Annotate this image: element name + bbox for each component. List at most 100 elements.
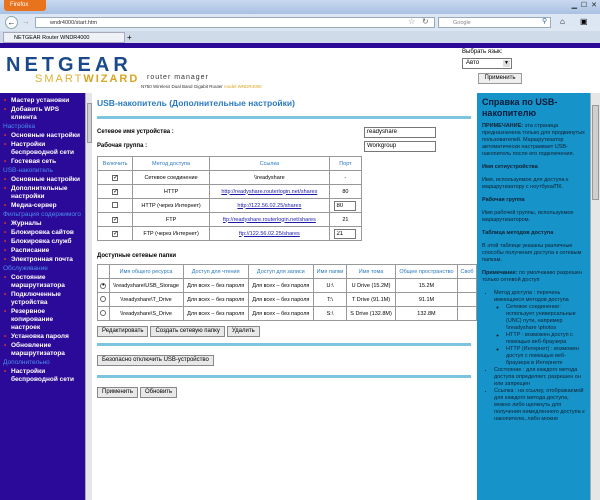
divider	[97, 343, 471, 346]
access-method: FTP	[132, 212, 210, 227]
select-radio[interactable]	[100, 295, 107, 302]
column-header: Имя тома	[346, 264, 396, 279]
select-radio[interactable]	[100, 309, 107, 316]
sidebar-item[interactable]: Блокировка сайтов	[3, 229, 82, 237]
sidebar-item[interactable]: Журналы	[3, 220, 82, 228]
apply-button[interactable]: Применить	[97, 387, 139, 398]
enable-checkbox[interactable]: ✓	[112, 174, 118, 181]
back-icon[interactable]: ←	[5, 16, 18, 29]
sidebar-item[interactable]: Состояние маршрутизатора	[3, 274, 82, 290]
table-row: ✓ Сетевое соединение \\readyshare -	[96, 170, 363, 185]
smartwizard-logo: SMARTWIZARD	[35, 73, 139, 85]
tab-netgear[interactable]: NETGEAR Router WNDR4000	[3, 32, 125, 43]
edit-button[interactable]: Редактировать	[97, 326, 149, 337]
enable-checkbox[interactable]	[112, 201, 119, 208]
port-input[interactable]	[334, 200, 357, 211]
forward-icon[interactable]: →	[22, 17, 30, 26]
window-controls[interactable]: ▁ ☐ ✕	[572, 1, 598, 9]
table-row: ✓ FTP ftp://readyshare.routerlogin.net/s…	[96, 212, 363, 227]
sidebar-item[interactable]: Медиа-сервер	[3, 202, 82, 210]
port-input[interactable]	[334, 228, 357, 239]
sidebar-item[interactable]: Блокировка служб	[3, 238, 82, 246]
help-title: Справка по USB-накопителю	[482, 97, 558, 118]
sidebar-item[interactable]: Основные настройки	[3, 176, 82, 184]
sidebar-section-header: USB-накопитель	[3, 167, 53, 174]
sidebar-item[interactable]: Добавить WPS клиента	[3, 106, 82, 122]
home-icon[interactable]: ⌂	[560, 17, 565, 26]
help-heading: Таблица методов доступа	[482, 230, 554, 236]
access-link[interactable]: ftp://122.56.02.25/shares	[239, 231, 300, 237]
refresh-button[interactable]: Обновить	[140, 387, 178, 398]
model-text: N750 Wireless Dual Band Gigabit Router m…	[141, 84, 262, 89]
bookmark-star-icon[interactable]: ☆	[408, 17, 415, 26]
sidebar-item[interactable]: Резервное копирование настроек	[3, 308, 82, 332]
table-row[interactable]: \\readyshare\S_Drive Для всех – без парол…	[97, 306, 477, 321]
addons-icon[interactable]: ▣	[580, 17, 588, 26]
create-folder-button[interactable]: Создать сетевую папку	[150, 326, 225, 337]
scrollbar-thumb[interactable]	[592, 105, 599, 200]
language-label: Выбрать язык:	[462, 49, 503, 55]
enable-checkbox[interactable]: ✓	[112, 216, 118, 223]
sidebar-scrollbar[interactable]	[85, 93, 92, 500]
table-row[interactable]: • \\readyshare\USB_Storage Для всех – без …	[97, 278, 477, 293]
table-row[interactable]: \\readyshare\T_Drive Для всех – без парол…	[97, 292, 477, 307]
cell-write: Для всех – без пароля	[247, 278, 314, 293]
help-text: В этой таблице указаны различные способы…	[482, 243, 582, 263]
sidebar-item[interactable]: Электронная почта	[3, 256, 82, 264]
column-header: Ссылка	[208, 156, 330, 171]
sidebar-item[interactable]: Расписание	[3, 247, 82, 255]
access-link[interactable]: ftp://readyshare.routerlogin.net/shares	[223, 217, 316, 223]
page-title: USB-накопитель (Дополнительные настройки…	[97, 98, 295, 108]
device-name-input[interactable]	[364, 126, 436, 138]
reload-icon[interactable]: ↻	[422, 17, 429, 26]
title-bar: Firefox ▁ ☐ ✕	[0, 0, 600, 14]
sidebar-item[interactable]: Настройки беспроводной сети	[3, 141, 82, 157]
sidebar-item[interactable]: Мастер установки	[3, 97, 82, 105]
column-header: Имя общего ресурса	[108, 264, 184, 279]
port-value: -	[344, 174, 347, 181]
sidebar-section-header: Настройка	[3, 123, 35, 130]
cell-folder: T:\	[312, 292, 348, 307]
table-row: HTTP (через Интернет) http://122.56.02.2…	[96, 198, 363, 213]
page-header: NETGEAR SMARTWIZARD router manager N750 …	[0, 48, 600, 93]
workgroup-input[interactable]	[364, 140, 436, 152]
delete-button[interactable]: Удалить	[226, 326, 260, 337]
enable-checkbox[interactable]: ✓	[112, 230, 118, 237]
sidebar-item[interactable]: Основные настройки	[3, 132, 82, 140]
sidebar-item[interactable]: Гостевая сеть	[3, 158, 82, 166]
workgroup-label: Рабочая группа :	[97, 143, 148, 149]
url-bar[interactable]: wndr4000/start.htm	[35, 17, 435, 28]
column-header: Общее пространство	[394, 264, 459, 279]
help-text: Имя рабочей группы, используемое маршрут…	[482, 210, 574, 223]
search-input[interactable]: Google	[438, 17, 551, 28]
table-row: ✓ HTTP http://readyshare.routerlogin.net…	[96, 184, 363, 199]
language-apply-button[interactable]: Применить	[478, 73, 522, 84]
access-link[interactable]: http://readyshare.routerlogin.net/shares	[221, 189, 317, 195]
cell-read: Для всех – без пароля	[182, 292, 249, 307]
select-radio[interactable]: •	[100, 282, 107, 289]
new-tab-button[interactable]: +	[127, 33, 132, 42]
cell-share: \\readyshare\S_Drive	[108, 306, 184, 321]
help-subbullet: HTTP (Интернет) : возможен доступ с помо…	[506, 346, 585, 367]
help-bullet-text: Метод доступа : перечень имеющихся метод…	[494, 290, 569, 303]
help-heading: Рабочая группа	[482, 197, 525, 203]
search-icon[interactable]: ⚲	[542, 17, 547, 25]
sidebar-item[interactable]: Подключенные устройства	[3, 291, 82, 307]
help-scrollbar[interactable]	[590, 93, 600, 500]
access-path: \\readyshare	[254, 174, 285, 181]
help-subbullet: Сетевое соединение: использует универсал…	[506, 304, 585, 332]
language-select[interactable]: Авто ▼	[462, 58, 512, 69]
cell-total: 132.8M	[394, 306, 459, 321]
safe-remove-usb-button[interactable]: Безопасно отключить USB-устройство	[97, 355, 214, 366]
access-link[interactable]: http://122.56.02.25/shares	[237, 203, 301, 209]
enable-checkbox[interactable]: ✓	[112, 188, 118, 195]
cell-volume: U Drive (15.2M)	[346, 278, 396, 293]
port-value: 80	[342, 188, 349, 195]
cell-write: Для всех – без пароля	[247, 292, 314, 307]
sidebar-item[interactable]: Установка пароля	[3, 333, 82, 341]
sidebar-item[interactable]: Обновление маршрутизатора	[3, 342, 82, 358]
firefox-menu-button[interactable]: Firefox	[4, 0, 46, 11]
router-manager-label: router manager	[147, 74, 209, 81]
sidebar-item[interactable]: Дополнительные настройки	[3, 185, 82, 201]
sidebar-item[interactable]: Настройки беспроводной сети	[3, 368, 82, 384]
